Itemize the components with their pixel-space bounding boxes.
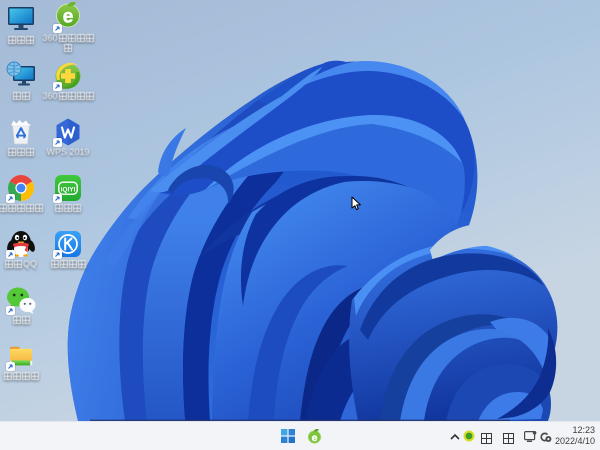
svg-text:e: e: [312, 432, 318, 444]
svg-text:e: e: [63, 7, 74, 28]
svg-text:iQIYI: iQIYI: [61, 187, 76, 194]
